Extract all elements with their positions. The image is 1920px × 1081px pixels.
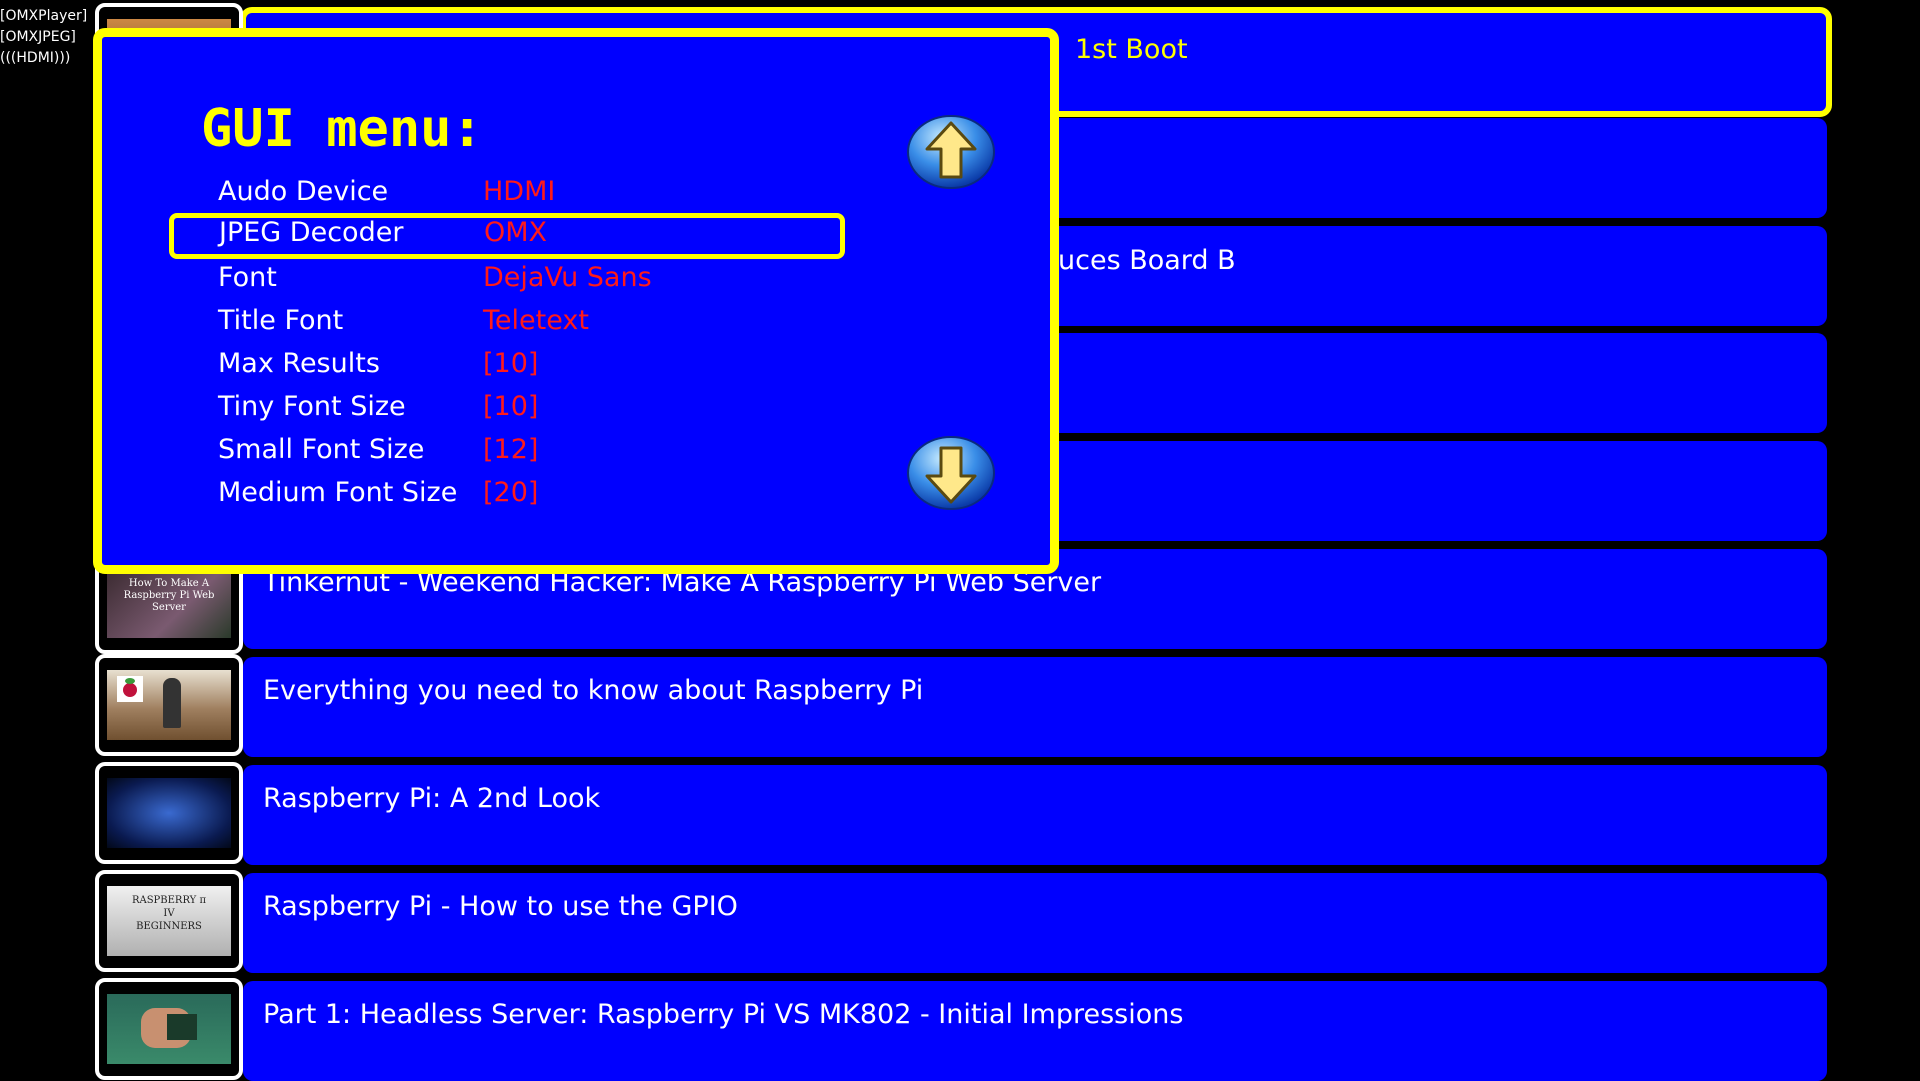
menu-title: GUI menu: xyxy=(201,99,483,159)
option-label: Small Font Size xyxy=(218,434,425,465)
result-title: Raspberry Pi - How to use the GPIO xyxy=(263,891,738,922)
option-label: Max Results xyxy=(218,348,380,379)
menu-option-font[interactable]: Font DejaVu Sans xyxy=(168,258,848,301)
result-thumbnail[interactable]: RASPBERRY π IV BEGINNERS xyxy=(95,870,243,972)
result-title: 1st Boot xyxy=(1075,34,1188,65)
menu-option-medium-font-size[interactable]: Medium Font Size [20] xyxy=(168,473,848,516)
menu-option-small-font-size[interactable]: Small Font Size [12] xyxy=(168,430,848,473)
result-row[interactable]: Raspberry Pi: A 2nd Look xyxy=(243,765,1827,865)
result-title: uces Board B xyxy=(1058,245,1236,276)
down-arrow-icon xyxy=(907,436,995,510)
thumbnail-caption: RASPBERRY π IV BEGINNERS xyxy=(131,895,207,932)
option-value: HDMI xyxy=(483,176,556,207)
menu-option-tiny-font-size[interactable]: Tiny Font Size [10] xyxy=(168,387,848,430)
result-thumbnail[interactable] xyxy=(95,762,243,864)
option-label: Font xyxy=(218,262,277,293)
result-title: Everything you need to know about Raspbe… xyxy=(263,675,924,706)
result-thumbnail[interactable] xyxy=(95,654,243,756)
option-label: Medium Font Size xyxy=(218,477,458,508)
option-value: [20] xyxy=(483,477,539,508)
result-title: Raspberry Pi: A 2nd Look xyxy=(263,783,601,814)
option-value: Teletext xyxy=(483,305,589,336)
scroll-up-button[interactable] xyxy=(907,115,995,189)
result-title: Part 1: Headless Server: Raspberry Pi VS… xyxy=(263,999,1184,1030)
option-value: [10] xyxy=(483,348,539,379)
thumbnail-caption: How To Make A Raspberry Pi Web Server xyxy=(123,578,215,613)
gui-menu-dialog: GUI menu: Audo Device HDMI JPEG Decoder … xyxy=(93,28,1059,574)
option-label: Audo Device xyxy=(218,176,389,207)
scroll-down-button[interactable] xyxy=(907,436,995,510)
option-label: Title Font xyxy=(218,305,344,336)
menu-option-jpeg-decoder[interactable]: JPEG Decoder OMX xyxy=(169,213,845,259)
option-value: OMX xyxy=(484,217,548,248)
up-arrow-icon xyxy=(907,115,995,189)
option-value: [12] xyxy=(483,434,539,465)
result-row[interactable]: Part 1: Headless Server: Raspberry Pi VS… xyxy=(243,981,1827,1081)
option-label: Tiny Font Size xyxy=(218,391,406,422)
result-row[interactable]: Everything you need to know about Raspbe… xyxy=(243,657,1827,757)
menu-option-audio-device[interactable]: Audo Device HDMI xyxy=(168,172,848,215)
option-label: JPEG Decoder xyxy=(219,217,404,248)
result-thumbnail[interactable] xyxy=(95,978,243,1080)
menu-option-max-results[interactable]: Max Results [10] xyxy=(168,344,848,387)
option-value: [10] xyxy=(483,391,539,422)
raspberry-logo-icon xyxy=(117,676,143,702)
option-value: DejaVu Sans xyxy=(483,262,652,293)
menu-option-title-font[interactable]: Title Font Teletext xyxy=(168,301,848,344)
result-row[interactable]: Raspberry Pi - How to use the GPIO xyxy=(243,873,1827,973)
